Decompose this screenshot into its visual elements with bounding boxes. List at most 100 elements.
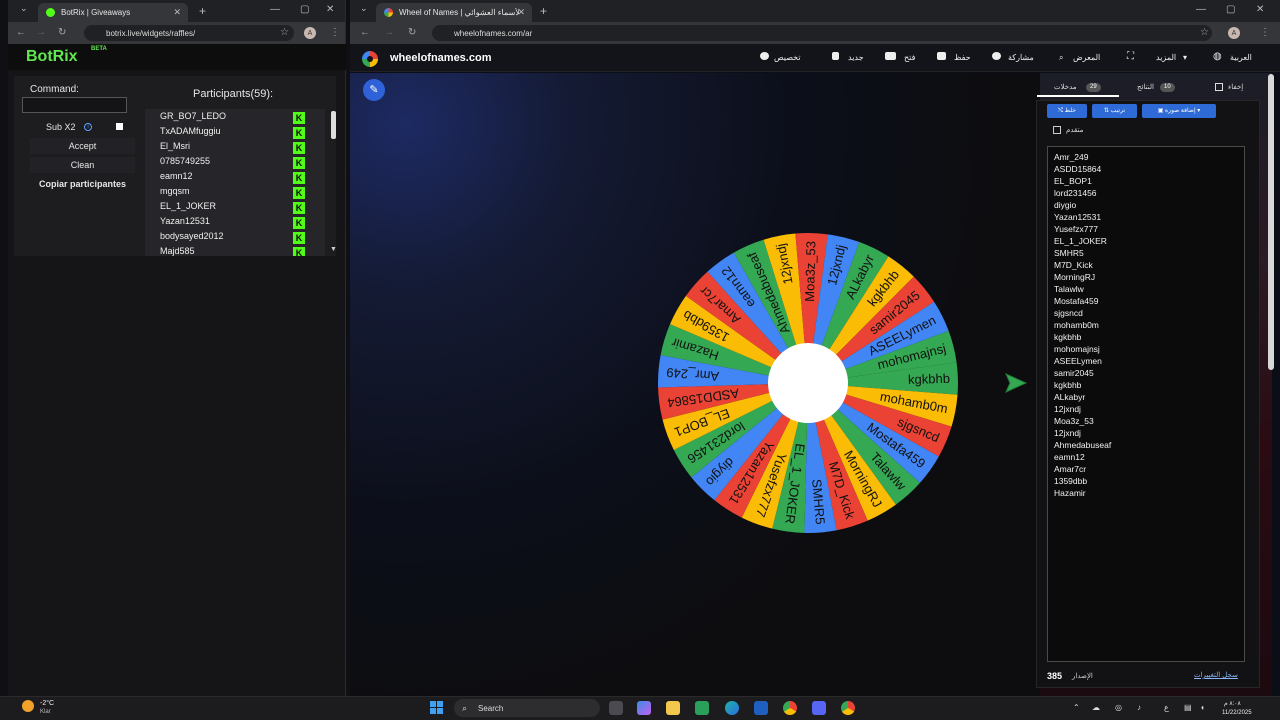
site-title[interactable]: wheelofnames.com (390, 52, 491, 64)
edit-pencil-icon[interactable]: ✎ (363, 79, 385, 101)
chevron-down-icon[interactable]: ▾ (1183, 53, 1187, 62)
sub-x2-checkbox[interactable] (116, 123, 123, 130)
changelog-link[interactable]: سجل التغييرات (1194, 671, 1238, 679)
participant-name: Yazan12531 (160, 216, 210, 226)
windows-start-icon[interactable] (430, 701, 444, 715)
nav-customize[interactable]: تخصيص (774, 53, 801, 62)
participants-scrollbar[interactable] (331, 111, 336, 139)
copilot-icon[interactable] (637, 701, 651, 715)
results-count-badge: 10 (1160, 83, 1175, 92)
nav-more[interactable]: المزيد (1156, 53, 1176, 62)
add-image-button[interactable]: ▣ إضافة صورة ▾ (1142, 104, 1216, 118)
info-icon[interactable]: i (84, 123, 92, 131)
participant-row: Yazan12531 K (160, 216, 305, 231)
save-disk-icon[interactable] (937, 52, 946, 60)
reload-icon[interactable]: ↻ (408, 27, 416, 38)
wheel[interactable]: kgkbhbmohamb0msjgsncdMostafa459TalawlwMo… (608, 231, 1028, 541)
camera-icon[interactable]: ◎ (1115, 703, 1122, 712)
accept-button[interactable]: Accept (30, 138, 135, 154)
menu-kebab-icon[interactable]: ⋮ (1260, 27, 1270, 38)
taskbar-search-box[interactable] (454, 699, 600, 717)
globe-icon[interactable]: ◍ (1213, 51, 1222, 62)
url-field[interactable]: wheelofnames.com/ar (432, 25, 1212, 41)
minimize-icon[interactable]: — (270, 4, 280, 15)
advanced-checkbox[interactable] (1053, 126, 1061, 134)
tab-wheelofnames[interactable]: Wheel of Names | عجلة الأسماء العشوائي ✕ (376, 3, 532, 22)
search-icon[interactable]: ⌕ (1059, 53, 1063, 63)
folder-icon[interactable] (885, 52, 896, 60)
nav-share[interactable]: مشاركة (1008, 53, 1034, 62)
clock-date[interactable]: 11/22/2025 (1222, 710, 1252, 716)
back-icon[interactable]: ← (360, 27, 370, 38)
nav-new[interactable]: جديد (848, 53, 864, 62)
share-icon[interactable] (992, 52, 1001, 60)
edge-icon[interactable] (725, 701, 739, 715)
profile-avatar[interactable]: A (1228, 27, 1240, 39)
bookmark-star-icon[interactable]: ☆ (280, 27, 289, 38)
xbox-icon[interactable] (695, 701, 709, 715)
url-field[interactable]: botrix.live/widgets/raffles/ (84, 25, 294, 41)
close-window-icon[interactable]: ✕ (1256, 4, 1264, 15)
keyboard-language[interactable]: ع (1164, 703, 1169, 712)
new-file-icon[interactable] (832, 52, 839, 60)
maximize-icon[interactable]: ▢ (300, 4, 309, 15)
bookmark-star-icon[interactable]: ☆ (1200, 27, 1209, 38)
file-explorer-icon[interactable] (666, 701, 680, 715)
maximize-icon[interactable]: ▢ (1226, 4, 1235, 15)
kick-icon: K (293, 112, 305, 124)
chrome-profile-icon[interactable] (841, 701, 855, 715)
close-window-icon[interactable]: ✕ (326, 4, 334, 15)
tab-results[interactable]: النتائج (1137, 83, 1154, 91)
cloud-icon[interactable]: ☁ (1092, 703, 1100, 712)
close-tab-icon[interactable]: ✕ (173, 7, 181, 18)
forward-icon[interactable]: → (384, 27, 394, 38)
tab-entries[interactable]: مدخلات (1054, 83, 1077, 91)
page-scrollbar[interactable] (1268, 74, 1274, 370)
weather-temperature[interactable]: -2°C (40, 700, 54, 707)
volume-icon[interactable]: ◖ (1200, 703, 1205, 712)
hide-checkbox[interactable] (1215, 83, 1223, 91)
profile-avatar[interactable]: A (304, 27, 316, 39)
nav-gallery[interactable]: المعرض (1073, 53, 1100, 62)
new-tab-icon[interactable]: + (540, 4, 547, 18)
nav-save[interactable]: حفظ (954, 53, 971, 62)
nav-language[interactable]: العربية (1230, 53, 1252, 62)
microphone-icon[interactable]: ♪ (1137, 703, 1141, 712)
weather-icon[interactable] (22, 700, 34, 712)
wheel-center[interactable] (768, 343, 848, 423)
sort-label: ترتيب (1110, 108, 1126, 114)
fullscreen-icon[interactable]: ⛶ (1127, 51, 1134, 62)
task-view-icon[interactable] (609, 701, 623, 715)
tab-botrix[interactable]: BotRix | Giveaways ✕ (38, 3, 188, 22)
new-tab-icon[interactable]: + (199, 4, 206, 18)
mail-icon[interactable] (754, 701, 768, 715)
tab-search-chevron-icon[interactable]: ⌄ (20, 3, 28, 14)
menu-kebab-icon[interactable]: ⋮ (330, 27, 340, 38)
participants-list[interactable]: GR_BO7_LEDO K TxADAMfuggiu K El_Msri K 0785… (145, 109, 325, 256)
network-icon[interactable]: ▤ (1184, 703, 1192, 712)
nav-open[interactable]: فتح (904, 53, 915, 62)
reload-icon[interactable]: ↻ (58, 27, 66, 38)
entry-item: Moa3z_53 (1054, 416, 1094, 426)
tab-search-chevron-icon[interactable]: ⌄ (360, 3, 368, 14)
close-tab-icon[interactable]: ✕ (517, 7, 525, 18)
copy-participants-button[interactable]: Copiar participantes (30, 176, 135, 192)
wheel-segment-label: kgkbhb (908, 371, 950, 387)
scroll-down-icon[interactable]: ▼ (330, 246, 337, 253)
clock-time[interactable]: ٨:٠٨ م (1224, 700, 1241, 707)
chrome-icon[interactable] (783, 701, 797, 715)
shuffle-button[interactable]: ⤭ خلط (1047, 104, 1087, 118)
clean-button[interactable]: Clean (30, 157, 135, 173)
sort-button[interactable]: ⇅ ترتيب (1092, 104, 1137, 118)
forward-icon[interactable]: → (36, 27, 46, 38)
weather-description[interactable]: Klar (40, 709, 51, 715)
participant-row: 0785749255 K (160, 156, 305, 171)
minimize-icon[interactable]: — (1196, 4, 1206, 15)
discord-icon[interactable] (812, 701, 826, 715)
palette-icon[interactable] (760, 52, 769, 60)
tray-chevron-up-icon[interactable]: ⌃ (1073, 703, 1080, 712)
entry-item: ALkabyr (1054, 392, 1086, 402)
back-icon[interactable]: ← (16, 27, 26, 38)
command-input[interactable] (22, 97, 127, 113)
hide-label[interactable]: إخفاء (1228, 83, 1243, 91)
